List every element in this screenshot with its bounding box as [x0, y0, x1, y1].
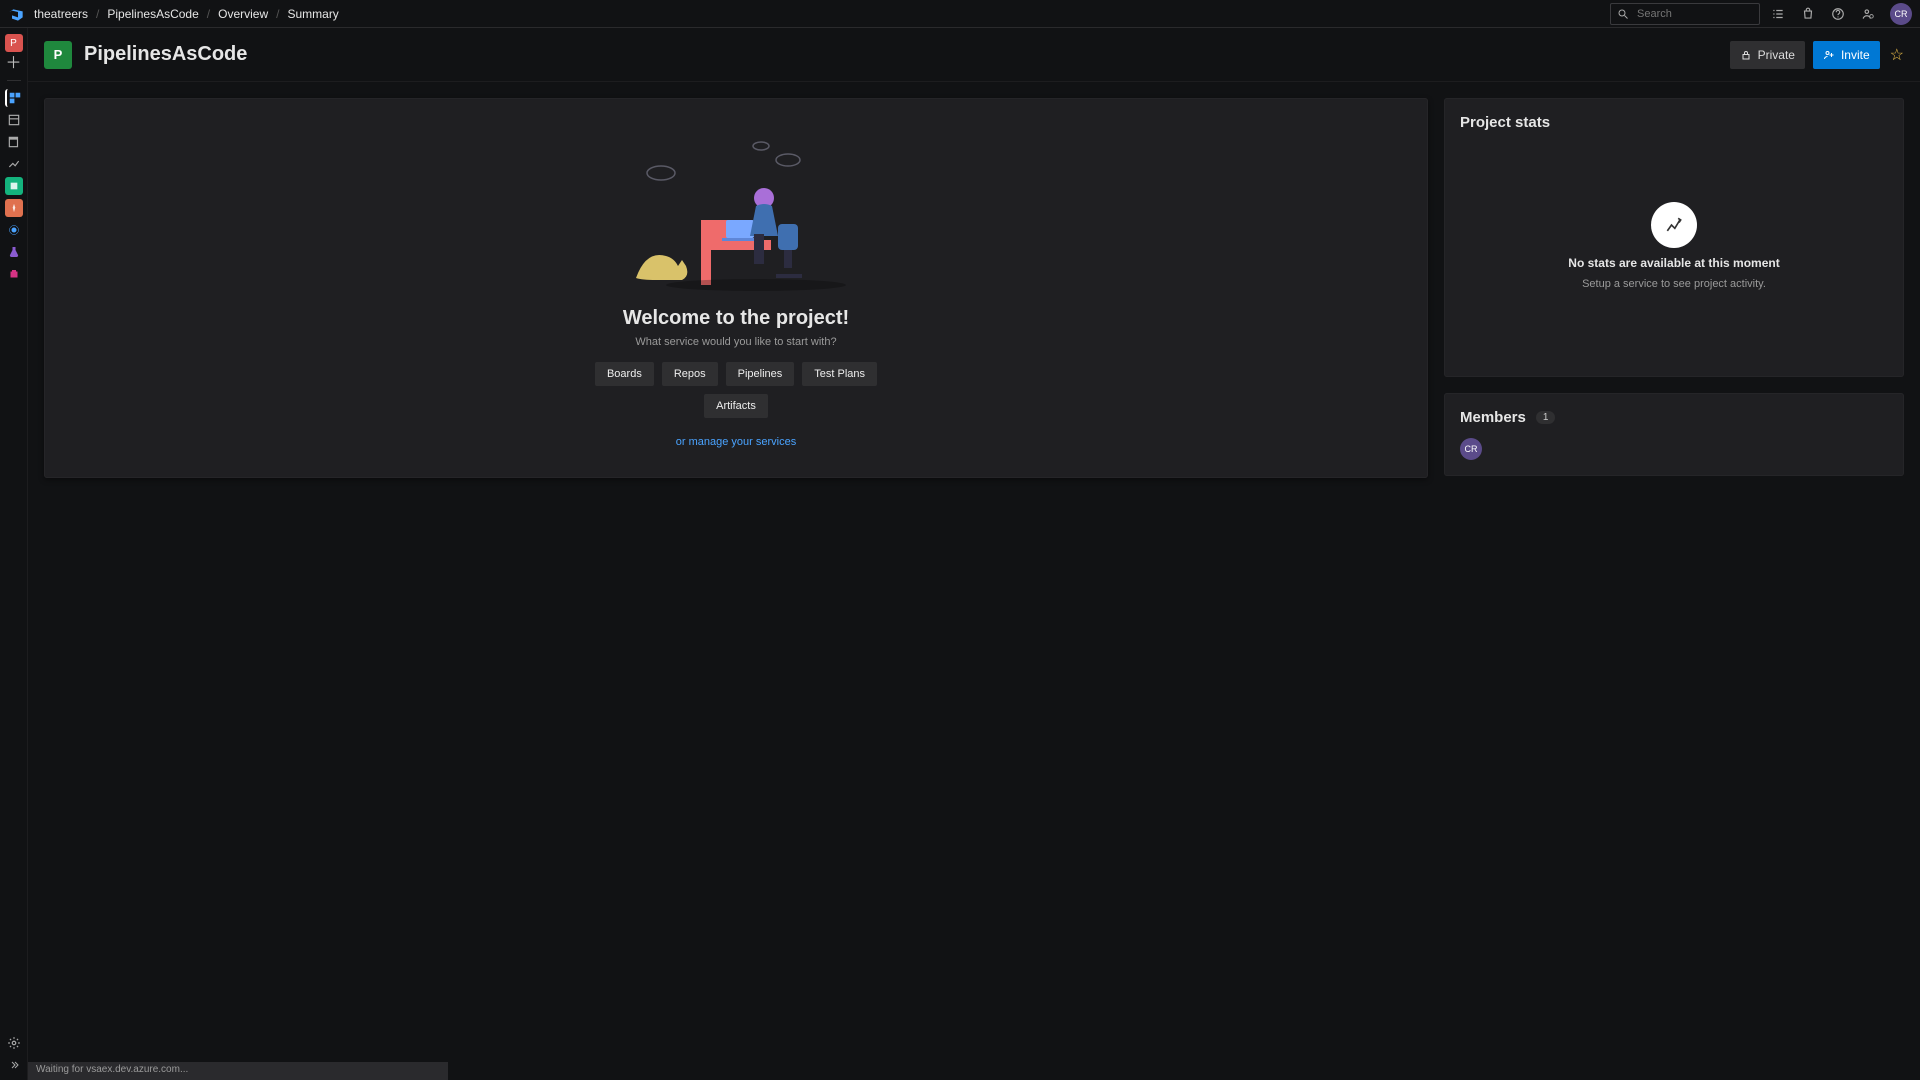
welcome-title: Welcome to the project! [623, 307, 849, 330]
lock-icon [1740, 49, 1752, 61]
service-artifacts-button[interactable]: Artifacts [704, 394, 768, 418]
invite-label: Invite [1841, 48, 1870, 62]
new-item-icon[interactable]: ＋ [5, 56, 21, 72]
visibility-label: Private [1758, 48, 1795, 62]
visibility-button[interactable]: Private [1730, 41, 1805, 69]
project-stats-body: No stats are available at this moment Se… [1460, 131, 1888, 361]
breadcrumb-org[interactable]: theatreers [34, 7, 88, 21]
nav-repos-icon[interactable] [5, 133, 23, 151]
breadcrumb-project[interactable]: PipelinesAsCode [107, 7, 198, 21]
top-bar: theatreers / PipelinesAsCode / Overview … [0, 0, 1920, 28]
browser-status-bar: Waiting for vsaex.dev.azure.com... [28, 1062, 448, 1080]
breadcrumb-section[interactable]: Overview [218, 7, 268, 21]
user-settings-icon[interactable] [1860, 6, 1876, 22]
nav-artifacts-icon[interactable] [5, 265, 23, 283]
favorite-star-icon[interactable]: ☆ [1890, 45, 1904, 65]
project-settings-icon[interactable] [5, 1034, 23, 1052]
nav-boards-icon[interactable] [5, 111, 23, 129]
service-repos-button[interactable]: Repos [662, 362, 718, 386]
welcome-card: Welcome to the project! What service wou… [44, 98, 1428, 478]
help-icon[interactable] [1830, 6, 1846, 22]
nav-extension-1-icon[interactable] [5, 177, 23, 195]
content-area: Welcome to the project! What service wou… [28, 82, 1920, 1080]
service-buttons-row-1: Boards Repos Pipelines Test Plans [595, 362, 877, 386]
azure-devops-logo-icon[interactable] [8, 6, 24, 22]
nav-overview-icon[interactable] [5, 89, 23, 107]
welcome-subtitle: What service would you like to start wit… [635, 336, 836, 348]
stats-empty-hint: Setup a service to see project activity. [1582, 278, 1766, 290]
members-count-badge: 1 [1536, 411, 1556, 424]
breadcrumb-sep: / [96, 7, 99, 21]
work-items-icon[interactable] [1770, 6, 1786, 22]
nav-pipelines-icon[interactable] [5, 155, 23, 173]
top-icon-tray: CR [1770, 3, 1912, 25]
service-pipelines-button[interactable]: Pipelines [726, 362, 795, 386]
left-rail: P ＋ [0, 28, 28, 1080]
rail-divider [7, 80, 21, 81]
expand-rail-icon[interactable] [5, 1056, 23, 1074]
breadcrumb-page[interactable]: Summary [287, 7, 338, 21]
project-tile[interactable]: P [5, 34, 23, 52]
stats-empty-title: No stats are available at this moment [1568, 256, 1779, 270]
nav-extension-3-icon[interactable] [5, 221, 23, 239]
welcome-illustration [606, 128, 866, 293]
members-heading: Members [1460, 409, 1526, 426]
project-stats-heading: Project stats [1460, 114, 1888, 131]
nav-extension-2-icon[interactable] [5, 199, 23, 217]
breadcrumb: theatreers / PipelinesAsCode / Overview … [34, 7, 339, 21]
members-card: Members 1 CR [1444, 393, 1904, 476]
project-title: PipelinesAsCode [84, 43, 247, 66]
nav-testplans-icon[interactable] [5, 243, 23, 261]
invite-button[interactable]: Invite [1813, 41, 1880, 69]
project-header: P PipelinesAsCode Private Invite ☆ [28, 28, 1920, 82]
search-box[interactable] [1610, 3, 1760, 25]
invite-icon [1823, 49, 1835, 61]
service-testplans-button[interactable]: Test Plans [802, 362, 877, 386]
search-input[interactable] [1635, 7, 1753, 21]
marketplace-icon[interactable] [1800, 6, 1816, 22]
project-stats-card: Project stats No stats are available at … [1444, 98, 1904, 377]
stats-chart-icon [1651, 202, 1697, 248]
breadcrumb-sep: / [207, 7, 210, 21]
service-buttons-row-2: Artifacts [704, 394, 768, 418]
project-avatar: P [44, 41, 72, 69]
manage-services-link[interactable]: or manage your services [676, 436, 796, 448]
search-icon [1617, 8, 1629, 20]
service-boards-button[interactable]: Boards [595, 362, 654, 386]
breadcrumb-sep: / [276, 7, 279, 21]
side-column: Project stats No stats are available at … [1444, 98, 1904, 1064]
user-avatar[interactable]: CR [1890, 3, 1912, 25]
member-avatar[interactable]: CR [1460, 438, 1482, 460]
